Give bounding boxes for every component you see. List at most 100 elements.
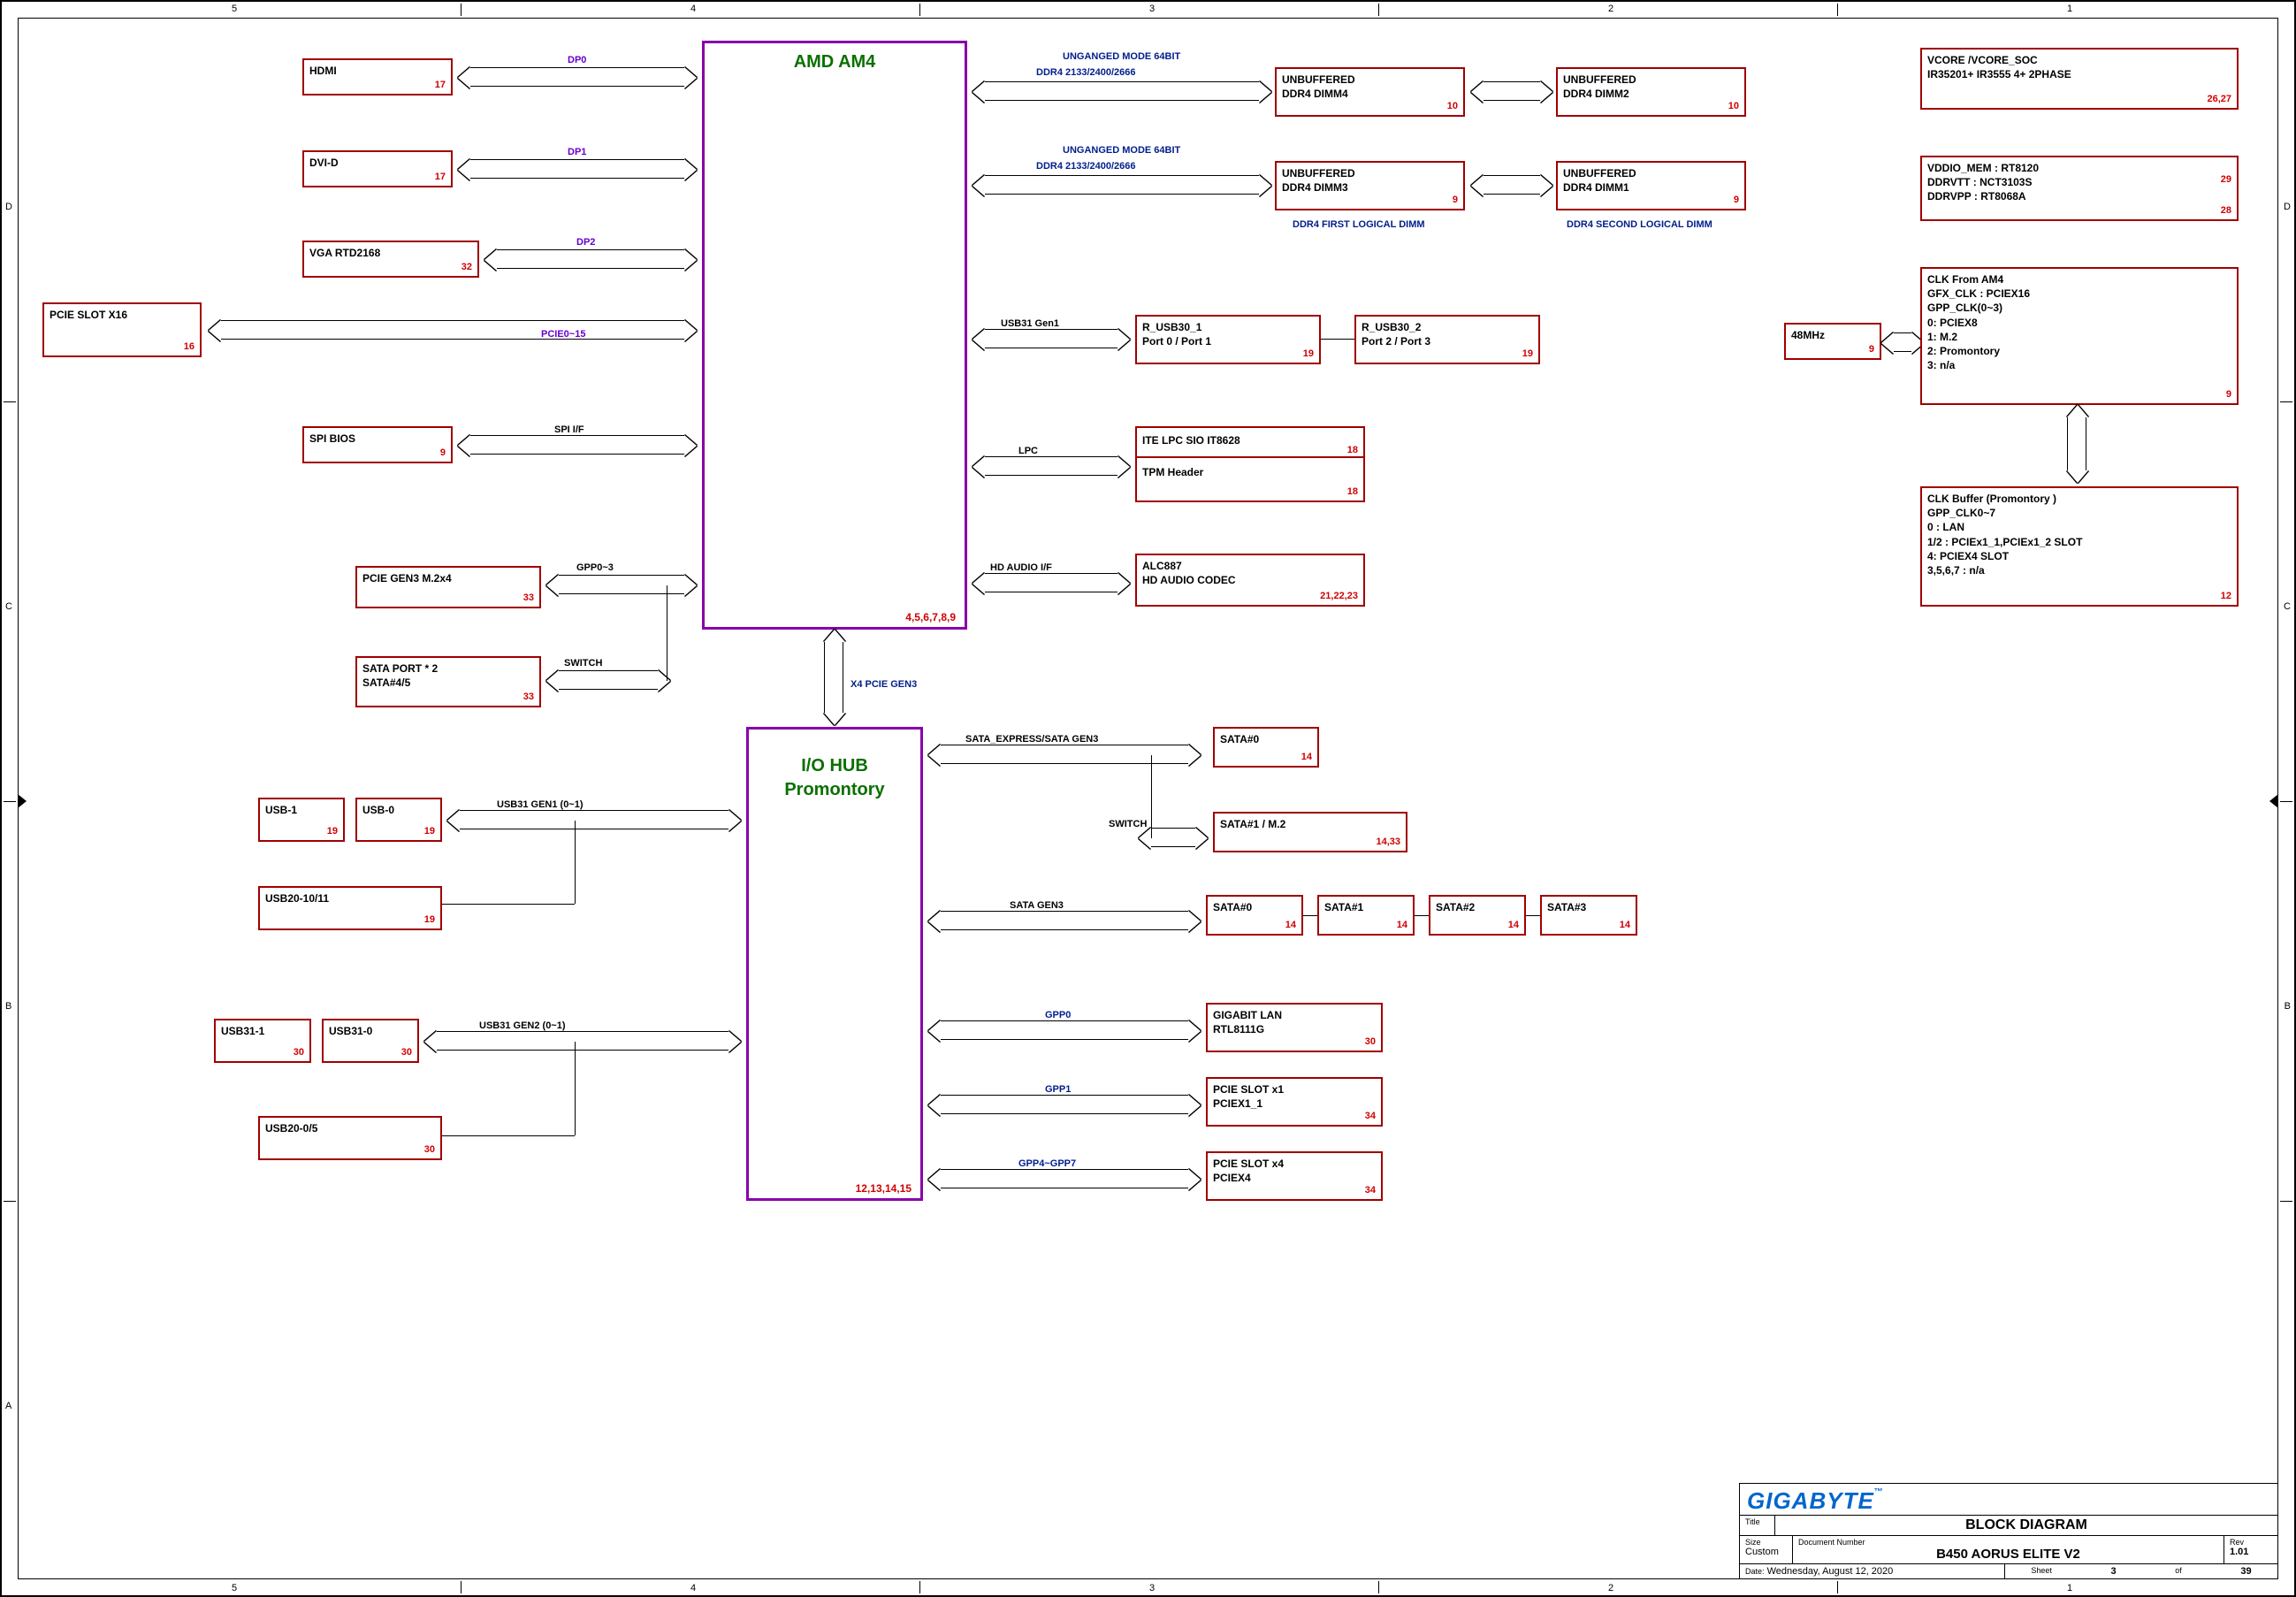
usb2-1011-pg: 19 [424,913,435,927]
clkbuf-pg: 12 [2221,590,2231,603]
usb31g1-arrow [460,810,728,829]
dram-b-mode: UNGANGED MODE 64BIT [1063,145,1180,156]
vcore-box: VCORE /VCORE_SOC IR35201+ IR3555 4+ 2PHA… [1920,48,2239,110]
spi-label: SPI BIOS [309,432,355,445]
lan-l1: GIGABIT LAN [1213,1009,1282,1021]
lan-l2: RTL8111G [1213,1023,1264,1035]
clkam4-l2: GFX_CLK : PCIEX16 [1927,287,2030,300]
satagen3-s1-l: SATA#1 [1324,901,1363,913]
sataexp-sw-arrow [1151,828,1195,847]
satagen3-s0-pg: 14 [1285,919,1296,932]
pciex16-box: PCIE SLOT X16 16 [42,302,202,357]
usb1-box: USB-1 19 [258,798,345,842]
usb2-05-pg: 30 [424,1143,435,1157]
gpp1-bus: GPP1 [1045,1084,1071,1095]
pch-block: I/O HUB Promontory 12,13,14,15 [746,727,923,1201]
satagen3-arrow [941,911,1188,930]
usb1-pg: 19 [327,825,338,838]
usb0-pg: 19 [424,825,435,838]
m2-label: PCIE GEN3 M.2x4 [362,572,452,585]
clk48-arrow [1894,332,1911,352]
dimm2-l2: DDR4 DIMM2 [1563,88,1629,100]
hda-l1: ALC887 [1142,560,1182,572]
date-cell: Date: Wednesday, August 12, 2020 [1740,1564,2005,1578]
docnum-val: B450 AORUS ELITE V2 [1798,1547,2218,1562]
dvid-bus: DP1 [568,147,586,157]
fold-right-icon [2269,794,2278,808]
clkbuf-l3: 0 : LAN [1927,521,1964,533]
cpu-pch-label: X4 PCIE GEN3 [851,679,917,690]
zone-left-d: D [5,202,12,212]
dram-first: DDR4 FIRST LOGICAL DIMM [1293,219,1425,230]
gpp47-bus: GPP4~GPP7 [1018,1158,1076,1169]
usb30-2-box: R_USB30_2 Port 2 / Port 3 19 [1354,315,1540,364]
clkbuf-l2: GPP_CLK0~7 [1927,507,1995,519]
hdmi-bus: DP0 [568,55,586,65]
dvid-label: DVI-D [309,157,339,169]
gpp0-arrow [941,1020,1188,1040]
lpc-arrow [985,456,1117,476]
vddio-pg1: 29 [2221,173,2231,187]
dvid-pg: 17 [435,171,446,184]
usb1-label: USB-1 [265,804,297,816]
pciex16-bus: PCIE0~15 [541,329,585,340]
pciex1-pg: 34 [1365,1110,1376,1123]
vga-box: VGA RTD2168 32 [302,241,479,278]
zone-bot-5: 5 [232,1583,237,1593]
usb311-pg: 30 [294,1046,304,1059]
vga-bus-arrow [497,249,684,269]
clkam4-l1: CLK From AM4 [1927,273,2003,286]
satagen3-s2-l: SATA#2 [1436,901,1475,913]
gpp47-arrow [941,1169,1188,1188]
brand-logo: GIGABYTE™ [1740,1484,2277,1515]
usb30-1-box: R_USB30_1 Port 0 / Port 1 19 [1135,315,1321,364]
pciex16-pg: 16 [184,340,195,354]
title-lbl: Title [1740,1516,1775,1535]
satagen3-s2-pg: 14 [1508,919,1519,932]
usb310-label: USB31-0 [329,1025,372,1037]
fold-left-icon [18,794,27,808]
clkam4-l3: GPP_CLK(0~3) [1927,302,2002,314]
pciex1-l1: PCIE SLOT x1 [1213,1083,1284,1096]
clk-am4-box: CLK From AM4 GFX_CLK : PCIEX16 GPP_CLK(0… [1920,267,2239,405]
satagen3-s0-l: SATA#0 [1213,901,1252,913]
clkam4-l6: 2: Promontory [1927,345,2000,357]
tpm-l1: TPM Header [1142,466,1203,478]
usb0-box: USB-0 19 [355,798,442,842]
pciex4-l2: PCIEX4 [1213,1172,1251,1184]
pch-title1: I/O HUB [749,756,920,776]
brand-text: GIGABYTE [1747,1487,1874,1514]
zone-right-d: D [2284,202,2291,212]
sheet-val: 3 [2110,1566,2116,1577]
usb30-1-pg: 19 [1303,348,1314,361]
satagen3-s3: SATA#3 14 [1540,895,1637,936]
sataexp-sata1-pg: 14,33 [1376,836,1400,849]
usb30-2-pg: 19 [1522,348,1533,361]
pciex4-pg: 34 [1365,1184,1376,1197]
clkbuf-l5: 4: PCIEX4 SLOT [1927,550,2009,562]
dimm1-l2: DDR4 DIMM1 [1563,181,1629,194]
vcore-pg: 26,27 [2207,93,2231,106]
satagen3-bus: SATA GEN3 [1010,900,1064,911]
size-cell: Size Custom [1740,1536,1793,1563]
tpm-pg: 18 [1347,485,1358,499]
rev-cell: Rev 1.01 [2224,1536,2277,1563]
sata45-arrow [559,670,658,690]
zone-left-c: C [5,601,12,612]
usb31-arrow [985,329,1117,348]
brand-tm: ™ [1874,1487,1884,1497]
dvid-box: DVI-D 17 [302,150,453,187]
zone-top-5: 5 [232,4,237,14]
zone-left-b: B [5,1001,11,1012]
size-val: Custom [1745,1547,1787,1557]
clkbuf-l6: 3,5,6,7 : n/a [1927,564,1985,577]
satagen3-s3-l: SATA#3 [1547,901,1586,913]
gpp1-arrow [941,1095,1188,1114]
sataexp-sata0-pg: 14 [1301,751,1312,764]
usb310-pg: 30 [401,1046,412,1059]
dimm2-pg: 10 [1728,100,1739,113]
hdmi-bus-arrow [470,67,684,87]
size-lbl: Size [1745,1538,1787,1547]
sataexp-sw: SWITCH [1109,819,1147,829]
sata45-sw: SWITCH [564,658,602,669]
